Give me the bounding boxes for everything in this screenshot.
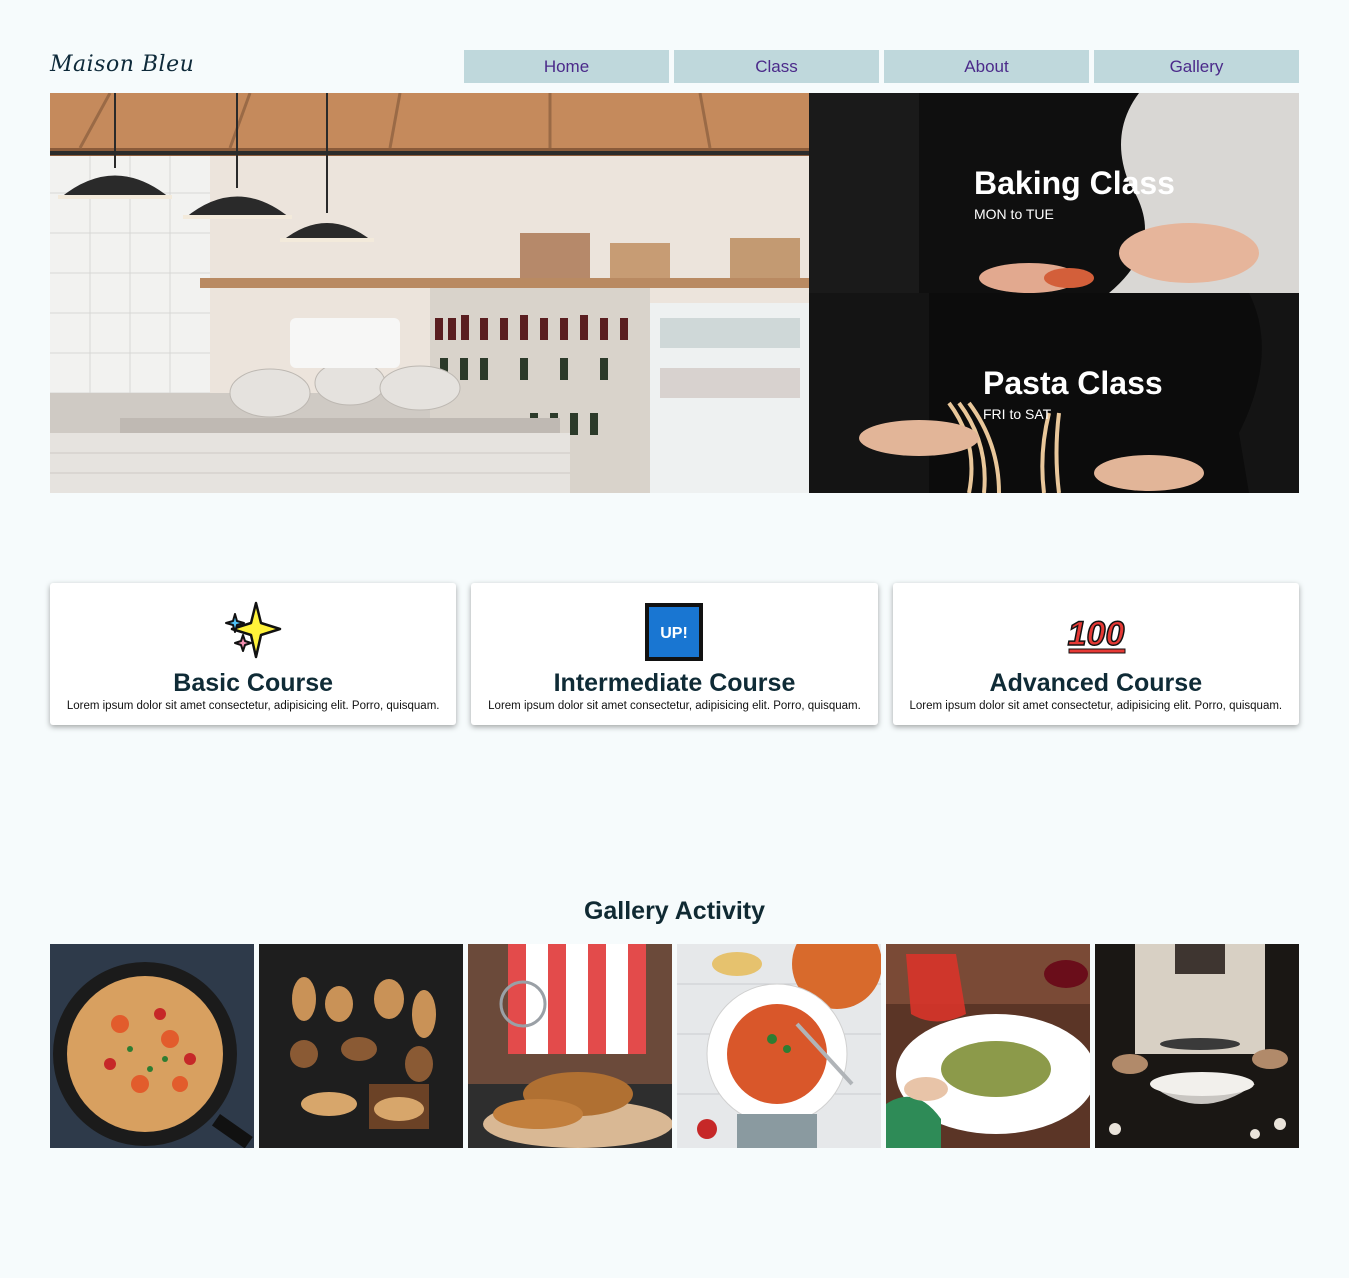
gallery-image-sifting-flour[interactable] xyxy=(1095,944,1299,1148)
course-description: Lorem ipsum dolor sit amet consectetur, … xyxy=(909,700,1283,712)
gallery-image-shrimp-pasta[interactable] xyxy=(50,944,254,1148)
baking-class-title: Baking Class xyxy=(974,165,1175,201)
pasta-class-title: Pasta Class xyxy=(983,365,1163,401)
course-card-intermediate[interactable]: UP! Intermediate Course Lorem ipsum dolo… xyxy=(471,583,878,725)
course-description: Lorem ipsum dolor sit amet consectetur, … xyxy=(66,700,440,712)
pasta-class-panel[interactable]: Pasta Class FRI to SAT xyxy=(809,293,1299,493)
site-header: Maison Bleu Home Class About Gallery xyxy=(50,50,1299,83)
course-title: Intermediate Course xyxy=(553,669,796,697)
baking-class-days: MON to TUE xyxy=(974,206,1054,222)
up-button-icon: UP! xyxy=(643,601,705,663)
hero-section: Baking Class MON to TUE Pasta Class FRI … xyxy=(50,93,1299,493)
gallery-image-fusilli[interactable] xyxy=(677,944,881,1148)
gallery-image-breads[interactable] xyxy=(259,944,463,1148)
hundred-icon-text: 100 xyxy=(1067,615,1124,653)
gallery-image-pesto-dinner[interactable] xyxy=(886,944,1090,1148)
nav-gallery[interactable]: Gallery xyxy=(1094,50,1299,83)
hundred-points-icon: 100 xyxy=(1065,601,1127,663)
gallery-grid xyxy=(50,944,1299,1148)
course-title: Advanced Course xyxy=(989,669,1203,697)
course-card-advanced[interactable]: 100 Advanced Course Lorem ipsum dolor si… xyxy=(892,583,1299,725)
bakery-interior-image xyxy=(50,93,809,493)
main-nav: Home Class About Gallery xyxy=(464,50,1299,83)
course-description: Lorem ipsum dolor sit amet consectetur, … xyxy=(488,700,861,712)
nav-about[interactable]: About xyxy=(884,50,1089,83)
course-cards: Basic Course Lorem ipsum dolor sit amet … xyxy=(50,583,1299,725)
site-logo[interactable]: Maison Bleu xyxy=(50,52,194,77)
nav-home[interactable]: Home xyxy=(464,50,669,83)
baking-class-panel[interactable]: Baking Class MON to TUE xyxy=(809,93,1299,293)
course-card-basic[interactable]: Basic Course Lorem ipsum dolor sit amet … xyxy=(50,583,457,725)
nav-class[interactable]: Class xyxy=(674,50,879,83)
pasta-class-days: FRI to SAT xyxy=(983,406,1052,422)
up-icon-text: UP! xyxy=(661,625,689,642)
sparkles-icon xyxy=(222,601,284,663)
course-title: Basic Course xyxy=(173,669,334,697)
gallery-title: Gallery Activity xyxy=(583,897,766,925)
gallery-image-croissants[interactable] xyxy=(468,944,672,1148)
